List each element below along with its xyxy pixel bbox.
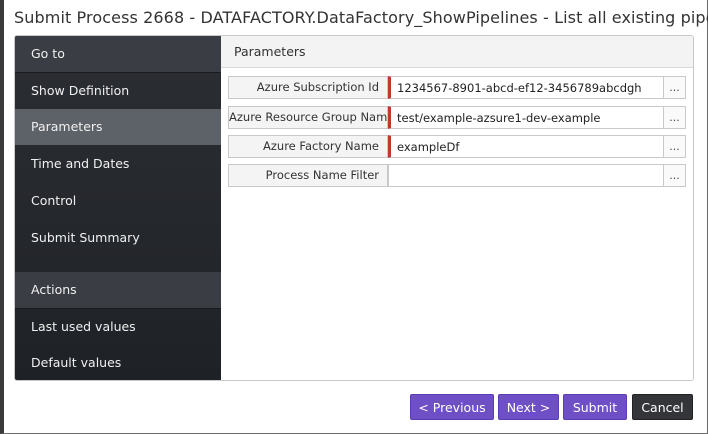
param-label: Process Name Filter (228, 164, 388, 187)
sidebar-item-submit-summary[interactable]: Submit Summary (15, 220, 221, 256)
param-label: Azure Factory Name (228, 135, 388, 158)
param-field-wrapper (388, 76, 664, 99)
param-row-subscription-id: Azure Subscription Id ... (228, 76, 688, 99)
dialog-body: Go to Show Definition Parameters Time an… (14, 35, 694, 381)
sidebar-item-time-and-dates[interactable]: Time and Dates (15, 146, 221, 182)
param-label: Azure Resource Group Name (228, 106, 388, 129)
dialog-title: Submit Process 2668 - DATAFACTORY.DataFa… (14, 8, 708, 27)
sidebar-item-last-used-values[interactable]: Last used values (15, 309, 221, 345)
sidebar-item-parameters[interactable]: Parameters (15, 109, 221, 145)
previous-button[interactable]: < Previous (410, 394, 494, 420)
param-row-resource-group: Azure Resource Group Name ... (228, 106, 688, 129)
browse-button[interactable]: ... (664, 135, 686, 158)
param-field-wrapper (388, 106, 664, 129)
cancel-button[interactable]: Cancel (632, 394, 693, 420)
parameters-panel: Parameters Azure Subscription Id ... Azu… (221, 36, 693, 380)
browse-button[interactable]: ... (664, 106, 686, 129)
subscription-id-input[interactable] (391, 77, 663, 99)
sidebar-header-actions: Actions (15, 272, 221, 308)
sidebar-item-show-definition[interactable]: Show Definition (15, 73, 221, 109)
param-field-wrapper (388, 164, 664, 187)
param-row-factory-name: Azure Factory Name ... (228, 135, 688, 158)
sidebar: Go to Show Definition Parameters Time an… (15, 36, 221, 380)
param-field-wrapper (388, 135, 664, 158)
sidebar-item-control[interactable]: Control (15, 183, 221, 219)
browse-button[interactable]: ... (664, 76, 686, 99)
submit-button[interactable]: Submit (563, 394, 627, 420)
param-label: Azure Subscription Id (228, 76, 388, 99)
sidebar-header-go-to: Go to (15, 36, 221, 72)
browse-button[interactable]: ... (664, 164, 686, 187)
sidebar-item-default-values[interactable]: Default values (15, 345, 221, 380)
process-name-filter-input[interactable] (389, 165, 663, 187)
param-row-process-name-filter: Process Name Filter ... (228, 164, 688, 187)
factory-name-input[interactable] (391, 136, 663, 158)
panel-heading: Parameters (221, 36, 693, 68)
resource-group-input[interactable] (391, 107, 663, 129)
dialog-window: Submit Process 2668 - DATAFACTORY.DataFa… (0, 0, 708, 434)
next-button[interactable]: Next > (498, 394, 559, 420)
